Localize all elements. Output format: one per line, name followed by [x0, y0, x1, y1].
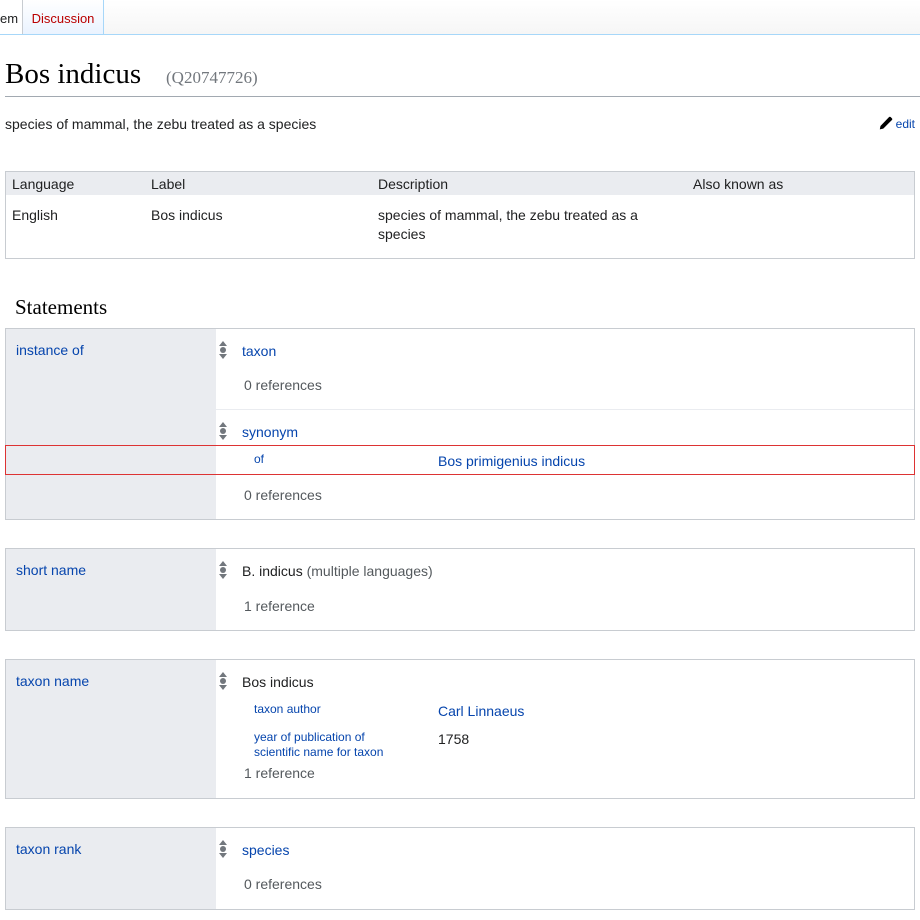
term-language: English — [12, 207, 58, 223]
statement-group-taxon-rank: taxon rank species 0 references — [5, 827, 915, 910]
rank-selector-icon[interactable] — [218, 561, 228, 579]
header-description: Description — [378, 176, 449, 192]
property-cell: instance of — [6, 329, 216, 519]
rank-selector-icon[interactable] — [218, 672, 228, 690]
term-description: species of mammal, the zebu treated as a… — [378, 207, 638, 242]
property-cell: taxon name — [6, 660, 216, 798]
tab-discussion[interactable]: Discussion — [22, 0, 104, 34]
header-label: Label — [151, 176, 186, 192]
value-species[interactable]: species — [242, 842, 289, 858]
terms-table: Language Label Description Also known as… — [5, 171, 915, 259]
value-taxon[interactable]: taxon — [242, 343, 276, 359]
language-note: (multiple languages) — [306, 563, 433, 579]
property-link-instance-of[interactable]: instance of — [16, 342, 84, 358]
highlight-box — [5, 445, 915, 475]
edit-button[interactable]: edit — [878, 116, 915, 131]
header-aliases: Also known as — [693, 176, 784, 192]
tab-bar: em Discussion — [0, 0, 920, 35]
entity-id: (Q20747726) — [166, 68, 258, 87]
qualifier-value-year: 1758 — [438, 731, 470, 747]
pencil-icon — [879, 116, 892, 130]
references-toggle[interactable]: 1 reference — [244, 598, 315, 614]
property-cell: short name — [6, 549, 216, 630]
page-title: Bos indicus (Q20747726) — [5, 54, 920, 97]
entity-description: species of mammal, the zebu treated as a… — [5, 116, 317, 132]
value-synonym[interactable]: synonym — [242, 424, 298, 440]
references-toggle[interactable]: 1 reference — [244, 765, 315, 781]
property-link-taxon-name[interactable]: taxon name — [16, 673, 89, 689]
term-label: Bos indicus — [151, 207, 223, 223]
statement-group-taxon-name: taxon name Bos indicus taxon author Carl… — [5, 659, 915, 799]
short-name-text: B. indicus — [242, 563, 303, 579]
references-toggle[interactable]: 0 references — [244, 876, 322, 892]
value-taxon-name: Bos indicus — [242, 674, 314, 690]
rank-selector-icon[interactable] — [218, 341, 228, 359]
property-link-taxon-rank[interactable]: taxon rank — [16, 841, 81, 857]
rank-selector-icon[interactable] — [218, 422, 228, 440]
qualifier-property-year-of-publication[interactable]: year of publication of scientific name f… — [254, 730, 404, 760]
statements-heading: Statements — [15, 295, 108, 319]
edit-label: edit — [895, 116, 915, 131]
entity-label: Bos indicus — [5, 58, 142, 90]
qualifier-value-carl-linnaeus[interactable]: Carl Linnaeus — [438, 703, 524, 719]
references-toggle[interactable]: 0 references — [244, 487, 322, 503]
statement-group-instance-of: instance of taxon 0 references synonym o… — [5, 328, 915, 520]
separator — [216, 409, 914, 410]
value-short-name: B. indicus (multiple languages) — [242, 563, 433, 579]
header-language: Language — [12, 176, 75, 192]
qualifier-property-taxon-author[interactable]: taxon author — [254, 702, 321, 717]
property-cell: taxon rank — [6, 828, 216, 909]
rank-selector-icon[interactable] — [218, 840, 228, 858]
property-link-short-name[interactable]: short name — [16, 562, 86, 578]
references-toggle[interactable]: 0 references — [244, 377, 322, 393]
statement-group-short-name: short name B. indicus (multiple language… — [5, 548, 915, 631]
